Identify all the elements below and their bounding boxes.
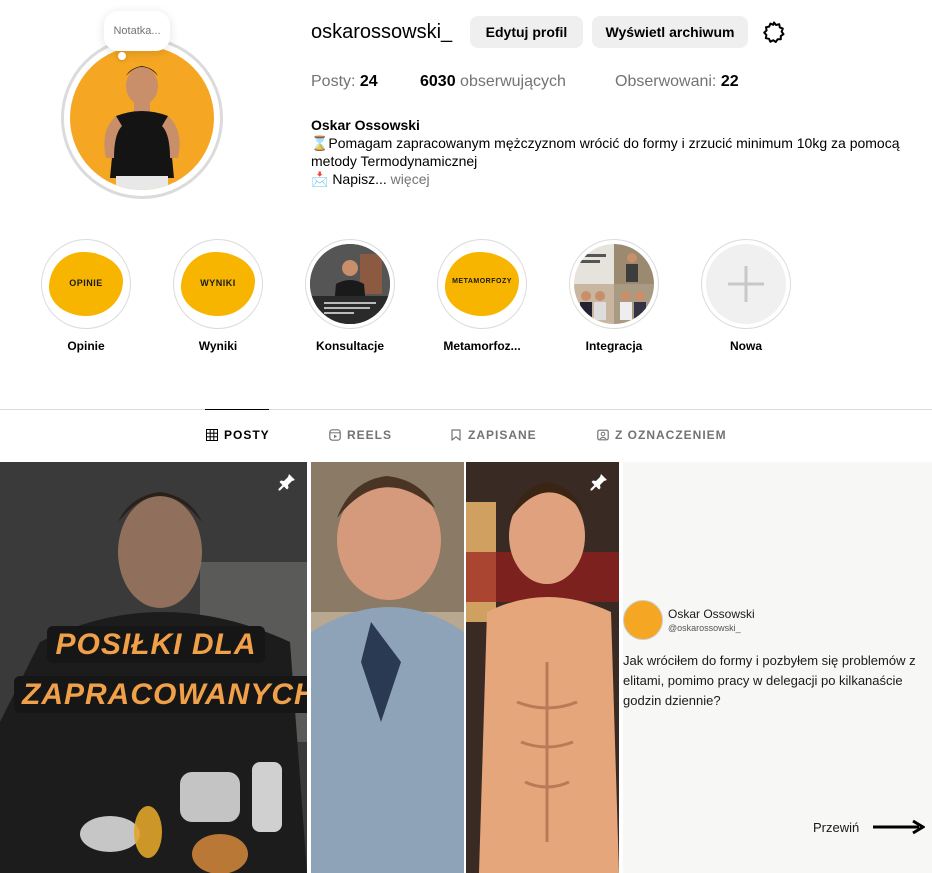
- note-bubble-tail: [118, 52, 126, 60]
- highlight-label: Konsultacje: [315, 339, 384, 353]
- active-tab-indicator: [205, 409, 269, 410]
- post-text: Jak wróciłem do formy i pozbyłem się pro…: [623, 653, 916, 708]
- settings-gear-icon[interactable]: [762, 20, 786, 44]
- bio-name: Oskar Ossowski: [311, 117, 420, 133]
- post-title-overlay: POSIŁKI DLA ZAPRACOWANYCH: [14, 620, 307, 720]
- highlight-wyniki[interactable]: WYNIKI Wyniki: [173, 239, 263, 353]
- bio-line-2: 📩 Napisz...: [311, 171, 387, 187]
- highlight-cover-text: METAMORFOZY: [452, 278, 512, 285]
- followers-count[interactable]: 6030 obserwujących: [420, 73, 566, 91]
- highlight-cover: OPINIE: [46, 244, 126, 324]
- post-title-line-1: POSIŁKI DLA: [47, 626, 265, 663]
- tagged-icon: [597, 429, 609, 441]
- post-tile[interactable]: Oskar Ossowski @oskarossowski_ Jak wróci…: [623, 462, 932, 873]
- tab-bar-divider: [0, 409, 932, 410]
- post-author-handle: @oskarossowski_: [668, 623, 741, 633]
- highlight-cover: [574, 244, 654, 324]
- bio: Oskar Ossowski ⌛Pomagam zapracowanym męż…: [311, 116, 926, 188]
- username: oskarossowski_: [311, 21, 453, 43]
- tab-label: Z OZNACZENIEM: [615, 428, 727, 442]
- post-author-avatar: [623, 600, 663, 640]
- highlight-cover-text: WYNIKI: [200, 278, 236, 288]
- post-tile[interactable]: POSIŁKI DLA ZAPRACOWANYCH: [0, 462, 307, 873]
- highlight-label: Metamorfoz...: [443, 339, 521, 353]
- note-bubble[interactable]: Notatka...: [104, 11, 170, 51]
- post-title-line-2: ZAPRACOWANYCH: [14, 676, 307, 713]
- post-author-name: Oskar Ossowski: [668, 607, 755, 621]
- post-tile[interactable]: [311, 462, 619, 873]
- highlight-konsultacje[interactable]: Konsultacje: [305, 239, 395, 353]
- highlight-label: Nowa: [729, 339, 762, 353]
- plus-icon: [706, 244, 786, 324]
- tab-tagged[interactable]: Z OZNACZENIEM: [597, 428, 727, 442]
- grid-icon: [206, 429, 218, 441]
- highlight-cover: [310, 244, 390, 324]
- highlight-cover: WYNIKI: [178, 244, 258, 324]
- edit-profile-button[interactable]: Edytuj profil: [470, 16, 583, 48]
- tab-label: POSTY: [224, 428, 270, 442]
- bio-line-1: ⌛Pomagam zapracowanym mężczyznom wrócić …: [311, 135, 900, 169]
- tab-label: REELS: [347, 428, 393, 442]
- bookmark-icon: [451, 429, 461, 441]
- avatar-photo: [70, 46, 214, 190]
- pinned-icon: [278, 474, 295, 491]
- highlight-opinie[interactable]: OPINIE Opinie: [41, 239, 131, 353]
- highlight-new[interactable]: Nowa: [701, 239, 791, 353]
- highlight-cover: METAMORFOZY: [442, 244, 522, 324]
- profile-avatar[interactable]: [61, 37, 223, 199]
- highlight-integracja[interactable]: Integracja: [569, 239, 659, 353]
- tab-saved[interactable]: ZAPISANE: [450, 428, 537, 442]
- highlight-metamorfozy[interactable]: METAMORFOZY Metamorfoz...: [437, 239, 527, 353]
- following-count[interactable]: Obserwowani: 22: [615, 73, 739, 91]
- tab-posts[interactable]: POSTY: [206, 428, 270, 442]
- highlight-cover-text: OPINIE: [69, 278, 103, 288]
- posts-count: Posty: 24: [311, 73, 378, 90]
- bio-more-link[interactable]: więcej: [387, 171, 430, 187]
- arrow-right-icon: [873, 819, 925, 835]
- highlight-label: Opinie: [67, 339, 105, 353]
- highlight-label: Wyniki: [198, 339, 238, 353]
- post-swipe-hint: Przewiń: [813, 820, 860, 835]
- tab-label: ZAPISANE: [468, 428, 537, 442]
- post-image: [311, 462, 619, 873]
- reels-icon: [329, 429, 341, 441]
- view-archive-button[interactable]: Wyświetl archiwum: [592, 16, 748, 48]
- highlight-label: Integracja: [585, 339, 643, 353]
- tab-reels[interactable]: REELS: [329, 428, 392, 442]
- pinned-icon: [590, 474, 607, 491]
